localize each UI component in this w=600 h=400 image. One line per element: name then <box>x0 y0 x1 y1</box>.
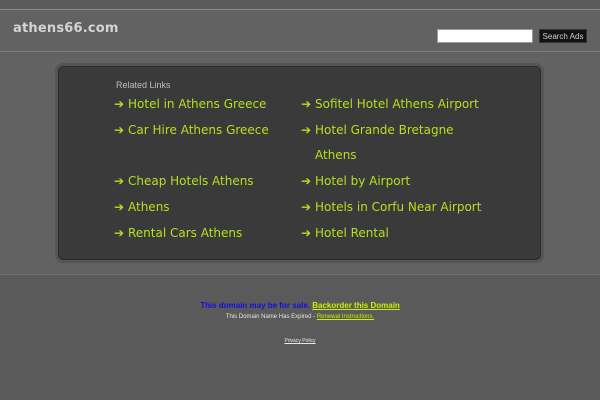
link-label: Hotel in Athens Greece <box>128 97 267 111</box>
domain-sale-notice: This domain may be for sale. Backorder t… <box>0 301 600 310</box>
related-link-hotel-grande-bretagne-athens[interactable]: ➔ Hotel Grande Bretagne Athens <box>301 118 465 168</box>
search-input[interactable] <box>437 29 533 43</box>
related-links-title: Related Links <box>116 80 171 90</box>
search-ads-button[interactable]: Search Ads <box>539 29 587 43</box>
arrow-right-icon: ➔ <box>301 174 312 188</box>
arrow-right-icon: ➔ <box>114 226 125 240</box>
link-label: Hotel Grande Bretagne Athens <box>315 123 454 162</box>
related-link-hotel-by-airport[interactable]: ➔ Hotel by Airport <box>301 169 410 194</box>
backorder-link[interactable]: Backorder this Domain <box>312 301 400 310</box>
related-link-hotel-rental[interactable]: ➔ Hotel Rental <box>301 221 389 246</box>
related-link-car-hire-athens-greece[interactable]: ➔ Car Hire Athens Greece <box>114 118 269 143</box>
related-link-hotel-in-athens-greece[interactable]: ➔ Hotel in Athens Greece <box>114 92 266 117</box>
link-label: Car Hire Athens Greece <box>128 123 269 137</box>
link-label: Rental Cars Athens <box>128 226 243 240</box>
site-title[interactable]: athens66.com <box>13 21 119 36</box>
renewal-instructions-link[interactable]: Renewal Instructions. <box>317 314 374 320</box>
header-bar: athens66.com Search Ads <box>0 10 600 52</box>
arrow-right-icon: ➔ <box>114 97 125 111</box>
arrow-right-icon: ➔ <box>301 123 312 137</box>
arrow-right-icon: ➔ <box>301 200 312 214</box>
for-sale-text: This domain may be for sale. <box>200 301 310 310</box>
arrow-right-icon: ➔ <box>114 123 125 137</box>
arrow-right-icon: ➔ <box>114 200 125 214</box>
privacy-policy-link[interactable]: Privacy Policy <box>0 338 600 344</box>
related-link-sofitel-hotel-athens-airport[interactable]: ➔ Sofitel Hotel Athens Airport <box>301 92 479 117</box>
link-label: Cheap Hotels Athens <box>128 174 254 188</box>
link-label: Hotel Rental <box>315 226 389 240</box>
related-link-hotels-in-corfu-near-airport[interactable]: ➔ Hotels in Corfu Near Airport <box>301 195 481 220</box>
link-label: Hotels in Corfu Near Airport <box>315 200 482 214</box>
link-label: Athens <box>128 200 170 214</box>
related-link-rental-cars-athens[interactable]: ➔ Rental Cars Athens <box>114 221 242 246</box>
arrow-right-icon: ➔ <box>114 174 125 188</box>
arrow-right-icon: ➔ <box>301 226 312 240</box>
related-link-cheap-hotels-athens[interactable]: ➔ Cheap Hotels Athens <box>114 169 254 194</box>
link-label: Hotel by Airport <box>315 174 411 188</box>
expired-notice: This Domain Name Has Expired - Renewal I… <box>0 314 600 320</box>
arrow-right-icon: ➔ <box>301 97 312 111</box>
related-link-athens[interactable]: ➔ Athens <box>114 195 170 220</box>
expired-text: This Domain Name Has Expired - <box>225 314 316 320</box>
link-label: Sofitel Hotel Athens Airport <box>315 97 479 111</box>
